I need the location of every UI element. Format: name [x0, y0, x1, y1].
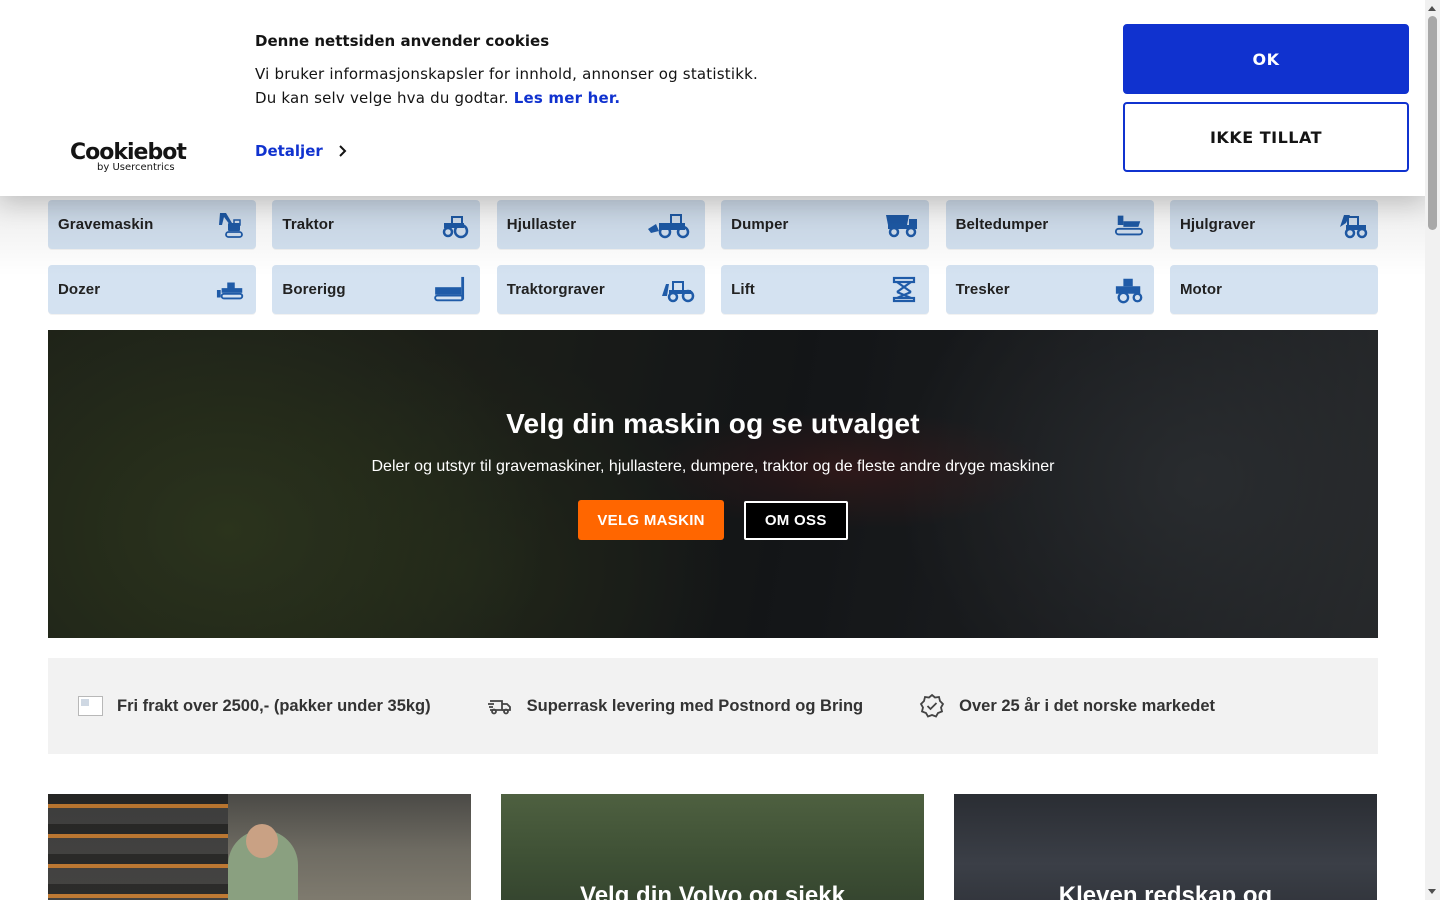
cookie-consent-banner: Cookiebot by Usercentrics Denne nettside…	[0, 0, 1425, 196]
wheel-loader-icon	[647, 213, 690, 238]
about-us-button[interactable]: OM OSS	[743, 501, 848, 540]
person-head-image	[246, 824, 278, 858]
category-label: Traktorgraver	[506, 281, 605, 298]
hero-banner: Velg din maskin og se utvalget Deler og …	[48, 330, 1378, 638]
category-label: Dozer	[58, 281, 101, 298]
category-lift[interactable]: Lift	[721, 265, 930, 314]
dozer-icon	[216, 282, 244, 299]
scrollbar-thumb[interactable]	[1428, 16, 1437, 230]
category-label: Hjullaster	[506, 216, 577, 233]
category-borerigg[interactable]: Borerigg	[272, 265, 481, 314]
cookiebot-logo: Cookiebot by Usercentrics	[70, 140, 187, 173]
usp-bar: Fri frakt over 2500,- (pakker under 35kg…	[48, 658, 1378, 754]
wheel-excavator-icon	[1339, 214, 1368, 238]
category-label: Gravemaskin	[58, 216, 154, 233]
cookie-banner-text: Vi bruker informasjonskapsler for innhol…	[255, 62, 875, 110]
accept-cookies-button[interactable]: OK	[1123, 24, 1409, 94]
broken-image-icon	[78, 696, 103, 716]
promo-card-kleven[interactable]: Kleven redskap og	[954, 794, 1377, 900]
category-label: Lift	[731, 281, 755, 298]
drill-rig-icon	[434, 276, 465, 301]
cookie-text-line-2: Du kan selv velge hva du godtar. Les mer…	[255, 86, 875, 110]
details-label: Detaljer	[255, 142, 323, 160]
hero-title: Velg din maskin og se utvalget	[506, 408, 920, 439]
category-traktor[interactable]: Traktor	[272, 200, 481, 249]
cookie-text-line-2-text: Du kan selv velge hva du godtar.	[255, 89, 509, 107]
choose-machine-button[interactable]: VELG MASKIN	[578, 500, 724, 540]
category-traktorgraver[interactable]: Traktorgraver	[496, 265, 705, 314]
category-beltedumper[interactable]: Beltedumper	[945, 200, 1154, 249]
warehouse-shelf-image	[48, 794, 228, 900]
scroll-up-arrow-icon[interactable]	[1428, 6, 1436, 11]
scrollbar[interactable]	[1425, 0, 1440, 900]
category-label: Dumper	[731, 216, 789, 233]
tractor-icon	[443, 215, 469, 238]
usp-free-shipping: Fri frakt over 2500,- (pakker under 35kg…	[78, 696, 431, 716]
chevron-right-icon	[339, 145, 347, 157]
promo-cards: Velg din Volvo og sjekk Kleven redskap o…	[48, 794, 1377, 900]
category-tresker[interactable]: Tresker	[945, 265, 1154, 314]
dumper-icon	[886, 214, 918, 237]
excavator-icon	[219, 212, 243, 238]
category-label: Motor	[1179, 281, 1223, 298]
category-gravemaskin[interactable]: Gravemaskin	[48, 200, 256, 249]
deny-cookies-button[interactable]: IKKE TILLAT	[1123, 102, 1409, 172]
category-hjulgraver[interactable]: Hjulgraver	[1169, 200, 1378, 249]
hero-subtitle: Deler og utstyr til gravemaskiner, hjull…	[371, 458, 1055, 475]
category-dozer[interactable]: Dozer	[48, 265, 256, 314]
promo-card-title: Kleven redskap og	[1058, 882, 1273, 900]
combine-harvester-icon	[1115, 278, 1142, 303]
usp-fast-delivery: Superrask levering med Postnord og Bring	[487, 695, 864, 717]
details-toggle[interactable]: Detaljer	[255, 142, 347, 160]
usp-text: Superrask levering med Postnord og Bring	[526, 696, 864, 715]
category-grid: Gravemaskin Traktor Hjullaster Dumper Be…	[48, 200, 1378, 314]
category-label: Borerigg	[282, 281, 346, 298]
usp-text: Fri frakt over 2500,- (pakker under 35kg…	[117, 696, 431, 715]
category-label: Tresker	[955, 281, 1010, 298]
cookie-banner-title: Denne nettsiden anvender cookies	[255, 32, 550, 50]
scissor-lift-icon	[893, 276, 916, 302]
verified-badge-icon	[920, 693, 945, 718]
scroll-down-arrow-icon[interactable]	[1428, 889, 1436, 894]
cookie-text-line-1: Vi bruker informasjonskapsler for innhol…	[255, 65, 758, 83]
cookiebot-logo-sub: by Usercentrics	[97, 162, 175, 173]
read-more-link[interactable]: Les mer her.	[514, 89, 621, 107]
promo-card-volvo[interactable]: Velg din Volvo og sjekk	[501, 794, 924, 900]
category-motor[interactable]: Motor	[1169, 265, 1378, 314]
usp-text: Over 25 år i det norske markedet	[959, 696, 1216, 715]
usp-experience: Over 25 år i det norske markedet	[919, 693, 1215, 719]
category-dumper[interactable]: Dumper	[721, 200, 930, 249]
promo-card-video[interactable]	[48, 794, 471, 900]
backhoe-icon	[661, 280, 695, 302]
delivery-truck-icon	[487, 700, 511, 715]
category-label: Beltedumper	[955, 216, 1049, 233]
promo-card-title: Velg din Volvo og sjekk	[580, 882, 845, 900]
category-label: Traktor	[282, 216, 334, 233]
category-hjullaster[interactable]: Hjullaster	[496, 200, 705, 249]
track-dumper-icon	[1114, 215, 1143, 235]
category-label: Hjulgraver	[1179, 216, 1256, 233]
